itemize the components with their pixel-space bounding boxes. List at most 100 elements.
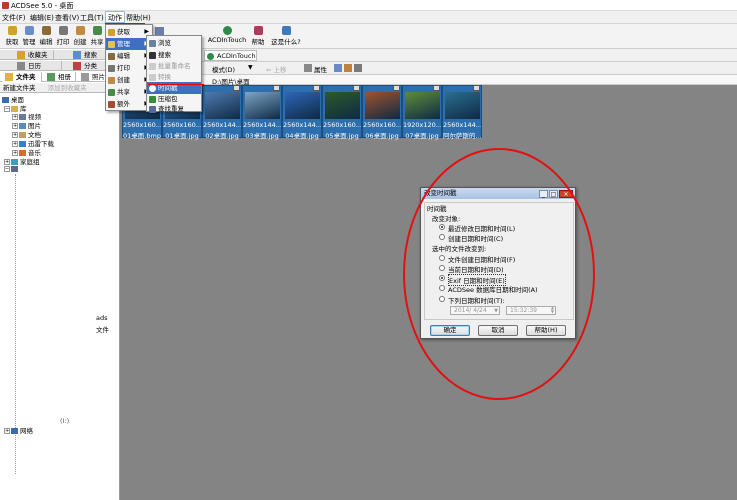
thumbnail-image <box>285 92 320 119</box>
thumbnail-image <box>405 92 440 119</box>
thumbnail-size: 2560x160... <box>123 121 161 129</box>
folder-toolbar: 新建文件夹 添加到收藏夹 <box>0 83 120 93</box>
collapse-icon[interactable]: − <box>4 166 10 172</box>
browse-icon <box>149 40 156 47</box>
acdintouch-tab[interactable]: ACDInTouch <box>204 50 257 61</box>
submenu-find-duplicates[interactable]: 查找重复 <box>147 103 201 115</box>
view-icon-3[interactable] <box>354 64 362 72</box>
left-tabs-row1: 收藏夹 搜索 <box>0 50 120 60</box>
edit-icon <box>108 53 115 60</box>
thumbnail-item[interactable]: 2560x144... 02桌面.jpg <box>202 85 242 140</box>
manage-icon <box>108 41 115 48</box>
left-tabs-row3: 文件夹 相册 照片 <box>0 72 120 82</box>
thumbnail-name: 04桌面.jpg <box>285 132 319 140</box>
calendar-icon <box>17 62 25 70</box>
clock-icon <box>149 85 156 92</box>
thumbnail-item[interactable]: 1920x120... 07桌面.jpg <box>402 85 442 140</box>
tree-fragment-drive: (I:) <box>60 417 70 425</box>
thumbnail-name: 01桌面.jpg <box>165 132 199 140</box>
properties-button[interactable]: 属性 <box>314 64 327 74</box>
file-tag-icon <box>393 85 400 91</box>
tab-folders[interactable]: 文件夹 <box>2 72 42 82</box>
duplicates-icon <box>149 106 156 113</box>
thumbnail-name: 01桌面.bmp <box>123 132 161 140</box>
file-tag-icon <box>233 85 240 91</box>
tab-favorites[interactable]: 收藏夹 <box>14 50 54 60</box>
thumbnail-item[interactable]: 2560x160... 06桌面.jpg <box>362 85 402 140</box>
folder-icon <box>5 73 13 81</box>
thumbnail-size: 1920x120... <box>403 121 441 129</box>
thumbnail-name: 05桌面.jpg <box>325 132 359 140</box>
thumbnail-item[interactable]: 2560x160... 05桌面.jpg <box>322 85 362 140</box>
address-bar: D:\图片\桌面 <box>120 75 737 86</box>
thumbnail-size: 2560x144... <box>443 121 481 129</box>
thumbnail-name: 02桌面.jpg <box>205 132 239 140</box>
toolbar-acdintouch-button[interactable]: ACDInTouch <box>203 24 251 48</box>
tree-item-network[interactable]: + 网络 <box>4 425 33 435</box>
thumbnail-item[interactable]: 2560x144... 04桌面.jpg <box>282 85 322 140</box>
thumbnail-image <box>205 92 240 119</box>
manage-icon <box>24 26 34 35</box>
acquire-icon <box>7 26 17 35</box>
menu-action[interactable]: 动作 <box>105 11 125 23</box>
thumbnail-name: 03桌面.jpg <box>245 132 279 140</box>
favorites-icon <box>17 51 25 59</box>
thumbnail-size: 2560x160... <box>363 121 401 129</box>
menu-file[interactable]: 文件(F) <box>2 13 26 23</box>
add-favorite-button[interactable]: 添加到收藏夹 <box>38 84 87 92</box>
chevron-down-icon[interactable]: ▼ <box>248 64 253 71</box>
convert-icon <box>149 74 156 81</box>
create-icon <box>75 26 85 35</box>
album-icon <box>47 73 55 81</box>
menu-tools[interactable]: 工具(T) <box>80 13 104 23</box>
window-title: ACDSee 5.0 - 桌面 <box>11 2 74 10</box>
thumbnail-item[interactable]: 2560x144... 03桌面.jpg <box>242 85 282 140</box>
extra-icon <box>108 101 115 108</box>
view-icon-2[interactable] <box>344 64 352 72</box>
tab-calendar[interactable]: 日历 <box>14 61 62 71</box>
category-icon <box>73 62 81 70</box>
up-button[interactable]: ⇐ 上移 <box>266 64 287 74</box>
tree-fragment-file: 文件 <box>96 326 109 334</box>
print-icon <box>108 65 115 72</box>
thumbnail-size: 2560x144... <box>283 121 321 129</box>
toolbar-whatsthis-button[interactable]: 这是什么? <box>262 24 310 48</box>
search-icon <box>73 51 81 59</box>
annotation-ellipse <box>403 148 595 400</box>
view-icon-1[interactable] <box>334 64 342 72</box>
new-folder-button[interactable]: 新建文件夹 <box>0 84 36 92</box>
submenu-browse[interactable]: 浏览 <box>147 37 201 49</box>
view-toolbar: 模式(D) ▼ ⇐ 上移 属性 <box>120 62 737 75</box>
file-tag-icon <box>313 85 320 91</box>
browser-tabs: ACDInTouch <box>120 49 737 62</box>
acdintouch-tab-icon <box>207 53 214 60</box>
search-icon <box>149 52 156 59</box>
file-tag-icon <box>473 85 480 91</box>
expand-icon[interactable]: + <box>4 428 10 434</box>
tab-albums[interactable]: 相册 <box>44 72 76 82</box>
thumbnail-image <box>325 92 360 119</box>
thumbnail-size: 2560x160... <box>163 121 201 129</box>
file-tag-icon <box>353 85 360 91</box>
thumbnail-item[interactable]: 2560x144... 阿尔萨斯的... <box>442 85 482 140</box>
archive-icon <box>149 96 156 103</box>
computer-icon <box>11 166 18 172</box>
rename-icon <box>149 63 156 70</box>
create-icon <box>108 77 115 84</box>
thumbnail-size: 2560x144... <box>203 121 241 129</box>
collapse-icon[interactable]: − <box>4 106 10 112</box>
network-icon <box>11 428 18 434</box>
timestamp-underline <box>148 84 204 85</box>
photo-icon <box>81 73 89 81</box>
left-tabs-row2: 日历 分类 <box>0 61 120 71</box>
thumbnail-name: 07桌面.jpg <box>405 132 439 140</box>
menu-view[interactable]: 查看(V) <box>55 13 79 23</box>
file-tag-icon <box>273 85 280 91</box>
menu-edit[interactable]: 编辑(E) <box>30 13 54 23</box>
title-bar: ACDSee 5.0 - 桌面 <box>0 0 737 11</box>
menu-help[interactable]: 帮助(H) <box>126 13 151 23</box>
left-panel: 收藏夹 搜索 日历 分类 文件夹 相册 照片 新建文件夹 添加到收藏夹 桌面 −… <box>0 49 120 500</box>
tree-item-computer[interactable]: − <box>4 165 20 173</box>
tab-photos[interactable]: 照片 <box>78 72 108 82</box>
mode-dropdown[interactable]: 模式(D) <box>212 64 235 74</box>
